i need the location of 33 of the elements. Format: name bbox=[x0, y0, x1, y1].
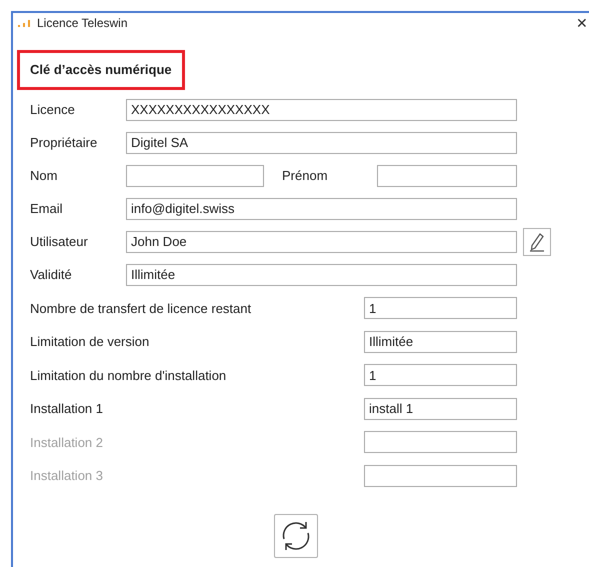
text-field[interactable] bbox=[126, 165, 264, 187]
field-label: Installation 1 bbox=[30, 400, 104, 418]
text-field[interactable]: install 1 bbox=[364, 398, 517, 420]
text-field[interactable]: XXXXXXXXXXXXXXXX bbox=[126, 99, 517, 121]
close-button[interactable]: ✕ bbox=[576, 16, 588, 30]
field-label: Utilisateur bbox=[30, 233, 89, 252]
field-label: Limitation de version bbox=[30, 333, 150, 351]
field-label: Validité bbox=[30, 266, 73, 284]
field-label: Limitation du nombre d'installation bbox=[30, 366, 228, 384]
field-label: Propriétaire bbox=[30, 134, 98, 152]
field-label: Nombre de transfert de licence restant bbox=[30, 300, 252, 318]
refresh-button[interactable] bbox=[274, 514, 318, 558]
pencil-icon bbox=[528, 232, 546, 252]
text-field[interactable] bbox=[364, 464, 517, 487]
text-field[interactable]: 1 bbox=[364, 364, 517, 386]
text-field[interactable]: Illimitée bbox=[126, 264, 517, 286]
field-label: Licence bbox=[30, 101, 76, 120]
field-label: Installation 2 bbox=[30, 434, 104, 452]
field-label: Email bbox=[30, 200, 64, 218]
text-field[interactable] bbox=[364, 431, 517, 454]
text-field[interactable]: 1 bbox=[364, 297, 517, 320]
text-field[interactable]: John Doe bbox=[126, 231, 517, 253]
edit-button[interactable] bbox=[523, 228, 551, 256]
field-label: Nom bbox=[30, 167, 58, 186]
window-title: Licence Teleswin bbox=[37, 15, 128, 32]
field-label: Prénom bbox=[282, 167, 329, 186]
field-label: Installation 3 bbox=[30, 467, 104, 485]
text-field[interactable] bbox=[377, 165, 517, 187]
signal-bars-icon bbox=[17, 18, 33, 28]
text-field[interactable]: Illimitée bbox=[364, 330, 517, 353]
text-field[interactable]: Digitel SA bbox=[126, 132, 517, 154]
section-heading: Clé d’accès numérique bbox=[17, 50, 185, 90]
text-field[interactable]: info@digitel.swiss bbox=[126, 198, 517, 220]
